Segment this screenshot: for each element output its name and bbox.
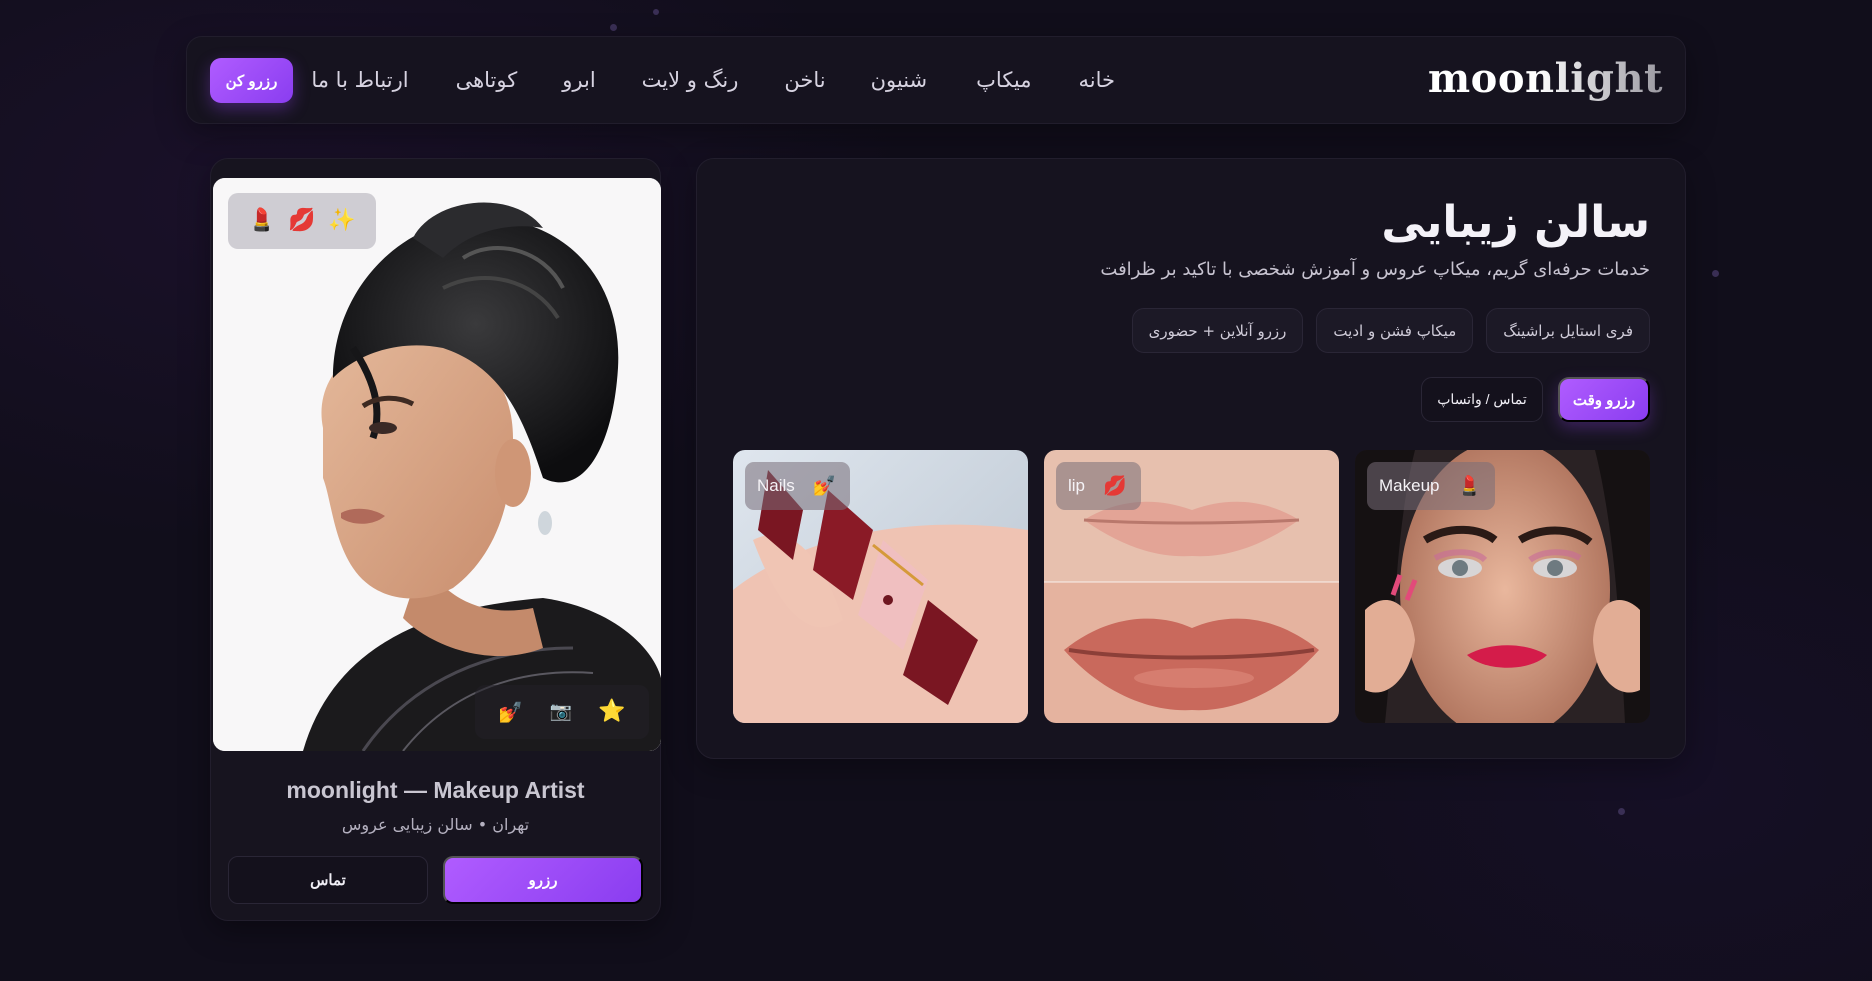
artist-location: تهران • سالن زیبایی عروس xyxy=(341,815,530,834)
nav-link-contact[interactable]: ارتباط با ما xyxy=(311,68,408,92)
gallery-tile-nails[interactable]: Nails 💅 xyxy=(733,450,1028,723)
nav-link-brow[interactable]: ابرو xyxy=(562,68,595,92)
kiss-icon: 💋 xyxy=(288,208,316,233)
profile-contact-button[interactable]: تماس xyxy=(228,856,428,904)
artist-portrait-image: 💄 💋 ✨ 💅 📷 ⭐ xyxy=(213,178,661,751)
tile-badge: Makeup 💄 xyxy=(1367,462,1496,510)
tile-label-nails: Nails xyxy=(757,476,795,495)
profile-book-button[interactable]: رزرو xyxy=(443,856,643,904)
top-icon-badge: 💄 💋 ✨ xyxy=(228,193,376,249)
nail-polish-icon: 💅 xyxy=(812,474,837,497)
hero-description: خدمات حرفه‌ای گریم، میکاپ عروس و آموزش ش… xyxy=(1100,259,1650,280)
decor-dot xyxy=(610,24,617,31)
service-gallery: Makeup 💄 lip 💋 Nails 💅 xyxy=(733,450,1650,723)
nav-link-updo[interactable]: شنیون xyxy=(871,68,928,92)
star-icon: ⭐ xyxy=(598,699,626,724)
tile-badge: lip 💋 xyxy=(1056,462,1141,510)
nav-link-nails[interactable]: ناخن xyxy=(784,68,825,92)
feature-chip: میکاپ فشن و ادیت xyxy=(1316,308,1474,353)
hero-panel: سالن زیبایی خدمات حرفه‌ای گریم، میکاپ عر… xyxy=(696,158,1686,759)
sparkles-icon: ✨ xyxy=(328,208,356,233)
bottom-icon-badge: 💅 📷 ⭐ xyxy=(475,685,649,739)
decor-dot xyxy=(1618,808,1625,815)
lipstick-icon: 💄 xyxy=(248,208,276,233)
feature-chips: فری استایل براشینگ میکاپ فشن و ادیت رزرو… xyxy=(1131,308,1650,353)
artist-name: moonlight — Makeup Artist xyxy=(286,777,585,803)
nail-polish-icon: 💅 xyxy=(498,700,524,724)
brand-logo[interactable]: moonlight xyxy=(1428,55,1663,102)
tile-badge: Nails 💅 xyxy=(745,462,851,510)
whatsapp-contact-button[interactable]: تماس / واتساپ xyxy=(1421,377,1543,422)
gallery-tile-makeup[interactable]: Makeup 💄 xyxy=(1355,450,1650,723)
nav-links: خانه میکاپ شنیون ناخن رنگ و لایت ابرو کو… xyxy=(311,37,1115,123)
lipstick-icon: 💄 xyxy=(1457,474,1482,497)
nav-link-home[interactable]: خانه xyxy=(1079,68,1115,92)
reserve-time-button[interactable]: رزرو وقت xyxy=(1558,377,1650,422)
book-now-button[interactable]: رزرو کن xyxy=(210,58,293,103)
decor-dot xyxy=(1712,270,1719,277)
nav-link-color[interactable]: رنگ و لایت xyxy=(642,68,739,92)
feature-chip: فری استایل براشینگ xyxy=(1486,308,1650,353)
feature-chip: رزرو آنلاین + حضوری xyxy=(1131,308,1304,353)
gallery-tile-lip[interactable]: lip 💋 xyxy=(1044,450,1339,723)
decor-dot xyxy=(653,9,659,15)
hero-title: سالن زیبایی xyxy=(1381,197,1650,248)
camera-icon: 📷 xyxy=(549,701,572,722)
tile-label-lip: lip xyxy=(1068,476,1086,495)
top-navbar: moonlight خانه میکاپ شنیون ناخن رنگ و لا… xyxy=(186,36,1686,124)
artist-profile-card: 💄 💋 ✨ 💅 📷 ⭐ moonlight — Makeup Artist ته… xyxy=(210,158,661,921)
kiss-icon: 💋 xyxy=(1103,474,1127,497)
nav-link-haircut[interactable]: کوتاهی xyxy=(456,68,518,92)
nav-link-makeup[interactable]: میکاپ xyxy=(976,68,1031,92)
tile-label-makeup: Makeup xyxy=(1379,476,1440,495)
